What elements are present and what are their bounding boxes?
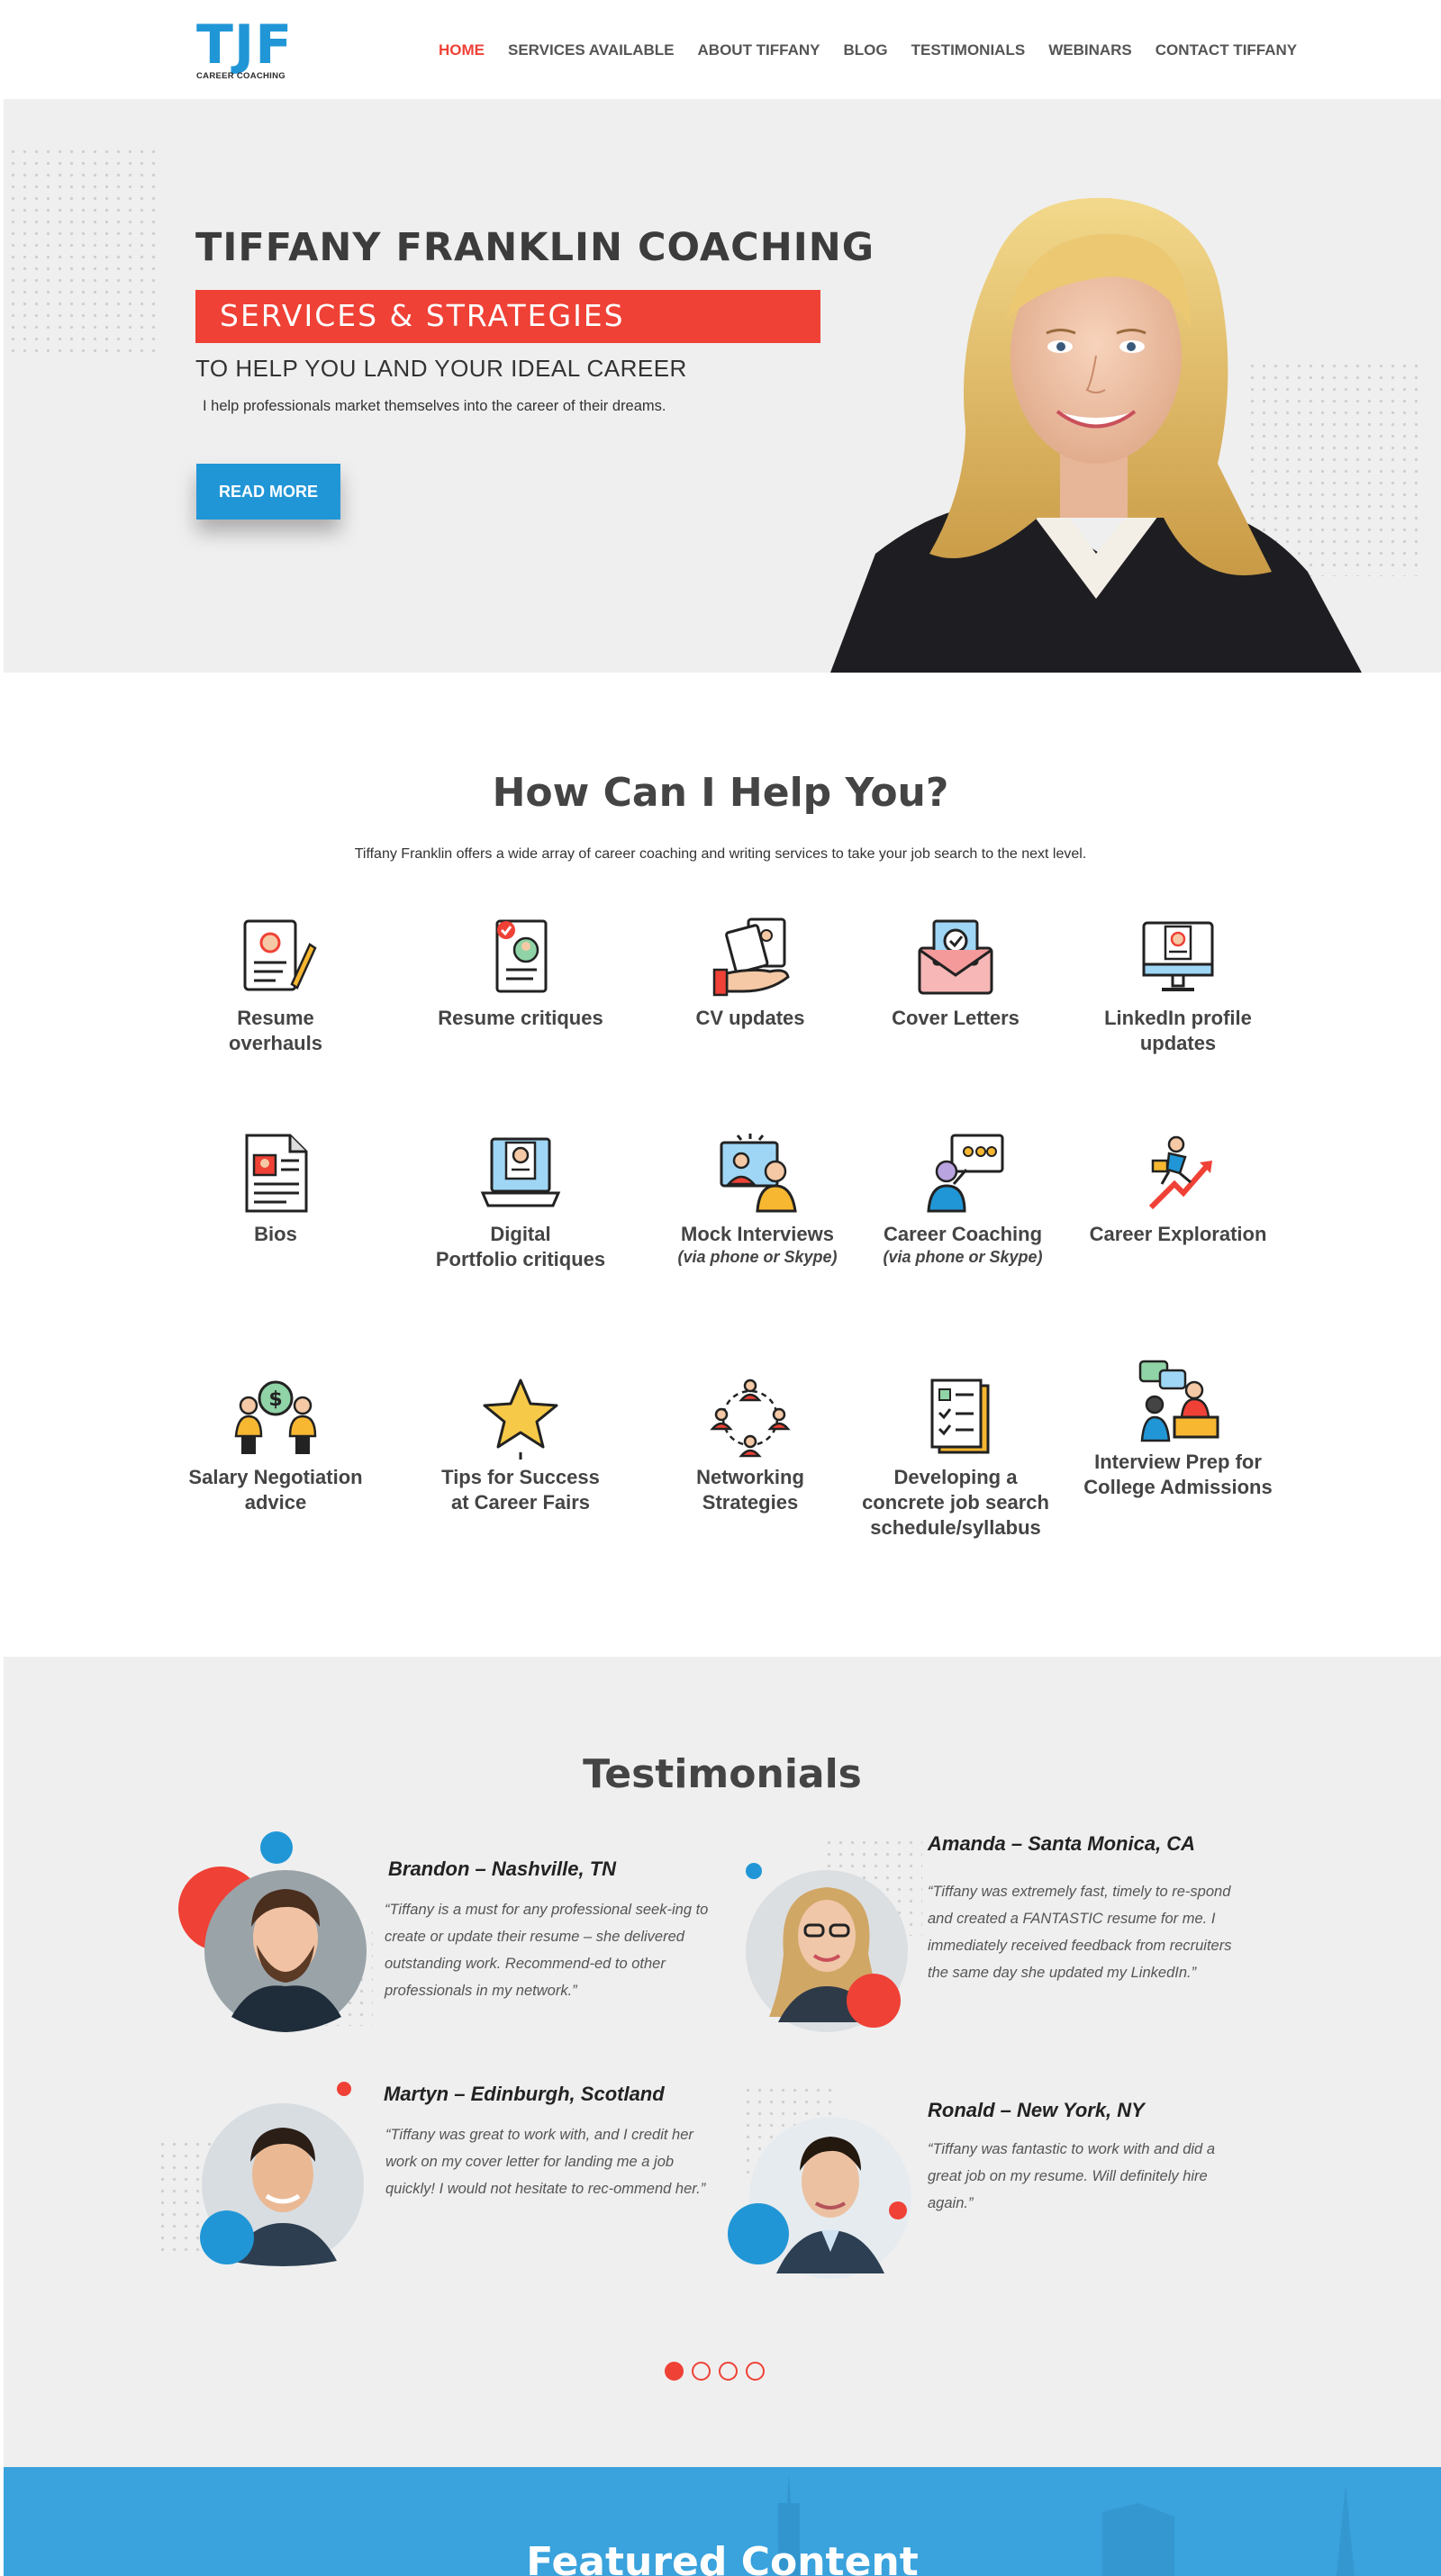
service-item[interactable]: Developing a concrete job search schedul…	[852, 1373, 1059, 1541]
testimonial-quote: “Tiffany is a must for any professional …	[385, 1902, 709, 1999]
read-more-button[interactable]: READ MORE	[196, 464, 340, 520]
service-item[interactable]: Resume critiques	[417, 914, 624, 1031]
cv-hand-icon	[712, 917, 790, 997]
monitor-profile-icon	[1142, 921, 1214, 991]
testimonial-card: Martyn – Edinburgh, Scotland “Tiffany wa…	[157, 2075, 742, 2291]
carousel-dot-3[interactable]	[719, 2362, 738, 2381]
nav-services[interactable]: SERVICES AVAILABLE	[508, 41, 675, 59]
service-label: Tips for Success at Career Fairs	[441, 1466, 600, 1514]
service-label: Salary Negotiation advice	[188, 1466, 363, 1514]
hero-description: I help professionals market themselves i…	[203, 398, 666, 414]
resume-pencil-icon	[243, 919, 317, 991]
carousel-dot-2[interactable]	[692, 2362, 711, 2381]
presentation-coach-icon	[927, 1134, 1004, 1213]
testimonial-quote: “Tiffany was extremely fast, timely to r…	[928, 1884, 1232, 1981]
logo[interactable]: TJF CAREER COACHING	[196, 14, 313, 83]
testimonial-name: Amanda – Santa Monica, CA	[928, 1832, 1196, 1855]
testimonial-card: Brandon – Nashville, TN “Tiffany is a mu…	[170, 1819, 756, 2035]
service-item[interactable]: $ Salary Negotiation advice	[172, 1373, 379, 1515]
hero-title: TIFFANY FRANKLIN COACHING	[195, 225, 875, 270]
testimonial-carousel-controls	[665, 2362, 773, 2381]
nav-contact[interactable]: CONTACT TIFFANY	[1156, 41, 1297, 59]
service-label: Developing a concrete job search schedul…	[862, 1466, 1049, 1539]
hero-band: SERVICES & STRATEGIES	[195, 290, 820, 343]
main-nav: HOME SERVICES AVAILABLE ABOUT TIFFANY BL…	[439, 41, 1320, 59]
testimonials-section: Testimonials Brandon – Nashville, TN “Ti…	[4, 1657, 1441, 2467]
service-item[interactable]: Cover Letters	[852, 914, 1059, 1031]
service-item[interactable]: Mock Interviews (via phone or Skype)	[654, 1130, 861, 1267]
interview-chat-icon	[1138, 1360, 1219, 1442]
coach-portrait	[830, 197, 1362, 673]
avatar-brandon	[178, 1831, 367, 2032]
testimonial-name: Brandon – Nashville, TN	[388, 1857, 617, 1880]
service-label: Career Coaching	[883, 1223, 1043, 1245]
service-note: (via phone or Skype)	[883, 1248, 1043, 1266]
hero-subtitle: TO HELP YOU LAND YOUR IDEAL CAREER	[195, 355, 687, 382]
service-label: Networking Strategies	[696, 1466, 804, 1514]
service-item[interactable]: Career Exploration	[1074, 1130, 1282, 1247]
avatar-martyn	[200, 2082, 364, 2266]
salary-negotiation-icon: $	[234, 1380, 317, 1454]
featured-title: Featured Content	[526, 2539, 919, 2576]
service-item[interactable]: Networking Strategies	[647, 1373, 854, 1515]
service-item[interactable]: Interview Prep for College Admissions	[1074, 1358, 1282, 1500]
logo-text: TJF	[196, 14, 294, 77]
avatar-amanda	[746, 1863, 908, 2032]
services-intro: Tiffany Franklin offers a wide array of …	[354, 846, 1087, 862]
service-note: (via phone or Skype)	[677, 1248, 838, 1266]
testimonial-quote: “Tiffany was fantastic to work with and …	[928, 2141, 1215, 2211]
nav-home[interactable]: HOME	[439, 41, 485, 59]
service-label: Cover Letters	[892, 1007, 1020, 1029]
resume-check-icon	[495, 919, 548, 993]
service-item[interactable]: Career Coaching (via phone or Skype)	[859, 1130, 1066, 1267]
featured-section: Featured Content	[4, 2467, 1441, 2576]
checklist-icon	[930, 1378, 990, 1454]
hero-band-text: SERVICES & STRATEGIES	[220, 298, 625, 333]
nav-testimonials[interactable]: TESTIMONIALS	[911, 41, 1026, 59]
testimonial-quote: “Tiffany was great to work with, and I c…	[385, 2127, 706, 2197]
service-label: Career Exploration	[1089, 1223, 1267, 1245]
service-item[interactable]: Digital Portfolio critiques	[417, 1130, 624, 1272]
service-label: Resume overhauls	[229, 1007, 322, 1054]
service-label: Interview Prep for College Admissions	[1083, 1451, 1273, 1498]
carousel-dot-1[interactable]	[665, 2362, 684, 2381]
testimonial-card: Ronald – New York, NY “Tiffany was fanta…	[724, 2075, 1310, 2291]
service-label: LinkedIn profile updates	[1104, 1007, 1252, 1054]
services-title: How Can I Help You?	[492, 770, 949, 816]
nav-webinars[interactable]: WEBINARS	[1048, 41, 1132, 59]
testimonial-card: Amanda – Santa Monica, CA “Tiffany was e…	[733, 1819, 1319, 2035]
decorative-dots	[7, 146, 160, 357]
service-item[interactable]: CV updates	[647, 914, 854, 1031]
network-people-icon	[710, 1378, 791, 1458]
nav-blog[interactable]: BLOG	[844, 41, 888, 59]
service-item[interactable]: Bios	[172, 1130, 379, 1247]
envelope-check-icon	[918, 919, 993, 995]
service-label: Resume critiques	[438, 1007, 603, 1029]
growth-chart-icon	[1148, 1135, 1212, 1210]
svg-text:$: $	[268, 1388, 282, 1411]
avatar-ronald	[728, 2117, 911, 2279]
bio-document-icon	[245, 1134, 308, 1213]
carousel-dot-4[interactable]	[746, 2362, 765, 2381]
service-label: CV updates	[695, 1007, 805, 1029]
site-header: TJF CAREER COACHING HOME SERVICES AVAILA…	[0, 0, 1441, 99]
service-label: Mock Interviews	[681, 1223, 834, 1245]
service-label: Bios	[254, 1223, 297, 1245]
logo-subtext: CAREER COACHING	[196, 71, 285, 81]
testimonial-name: Ronald – New York, NY	[928, 2099, 1145, 2121]
testimonial-name: Martyn – Edinburgh, Scotland	[384, 2083, 665, 2105]
laptop-profile-icon	[480, 1137, 561, 1207]
service-item[interactable]: LinkedIn profile updates	[1074, 914, 1282, 1056]
video-interview-icon	[720, 1134, 797, 1213]
nav-about[interactable]: ABOUT TIFFANY	[698, 41, 820, 59]
hero-section: TIFFANY FRANKLIN COACHING SERVICES & STR…	[4, 99, 1441, 673]
service-item[interactable]: Tips for Success at Career Fairs	[417, 1373, 624, 1515]
service-item[interactable]: Resume overhauls	[172, 914, 379, 1056]
service-label: Digital Portfolio critiques	[435, 1223, 606, 1270]
testimonials-title: Testimonials	[583, 1751, 862, 1797]
star-icon	[483, 1378, 558, 1460]
